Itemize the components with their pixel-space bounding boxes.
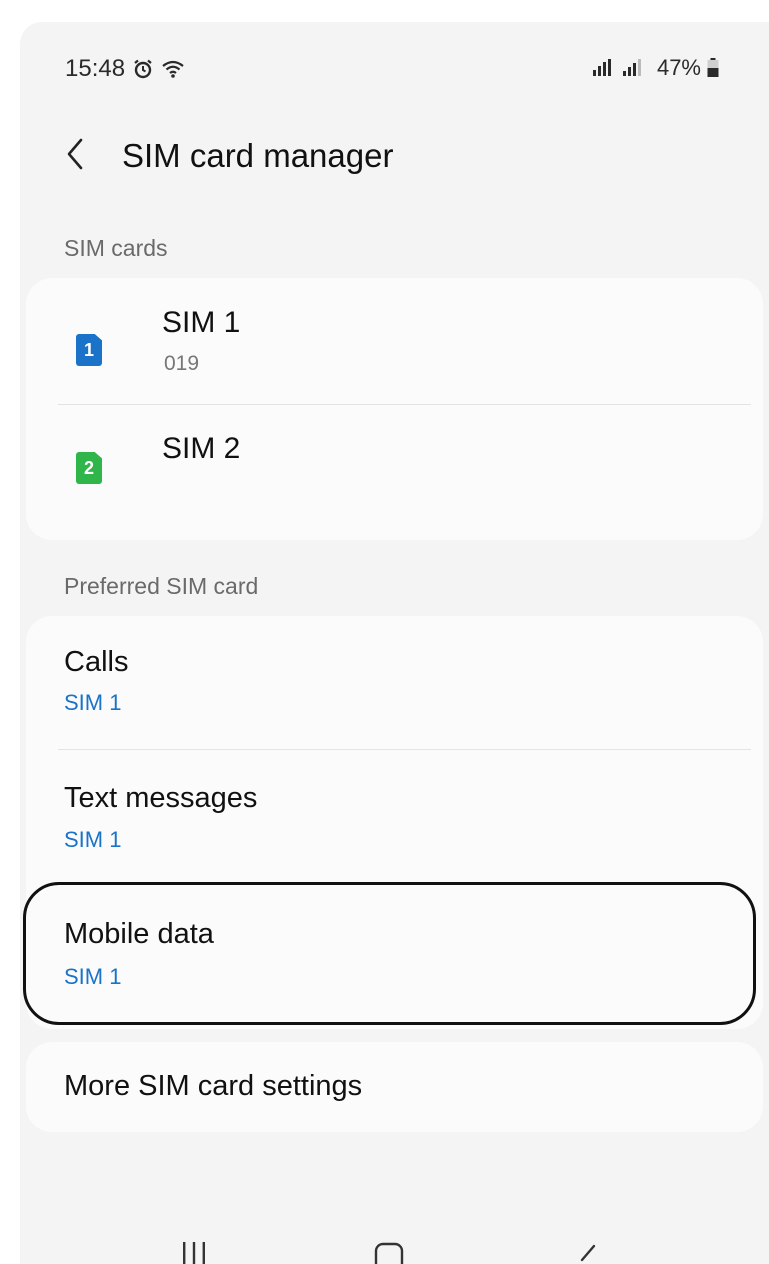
- navigation-bar: [20, 1224, 769, 1264]
- battery-text: 47%: [656, 55, 701, 80]
- sim-2-name: SIM 2: [162, 432, 241, 465]
- text-messages-title: Text messages: [64, 782, 258, 814]
- sim-1-number: 019: [164, 352, 200, 375]
- status-bar-left: 15:48: [65, 55, 185, 83]
- status-bar-right: 47%: [587, 55, 719, 81]
- recents-icon: [180, 1242, 208, 1264]
- section-label-sim-cards: SIM cards: [64, 235, 168, 261]
- app-header: SIM card manager: [64, 132, 393, 180]
- sim-2-badge-number: 2: [83, 457, 94, 478]
- signal-icon: [587, 58, 651, 78]
- section-label-preferred-sim: Preferred SIM card: [64, 573, 259, 599]
- mobile-data-value: SIM 1: [64, 964, 122, 989]
- sim-1-name: SIM 1: [162, 306, 241, 339]
- recents-button[interactable]: [180, 1238, 208, 1264]
- calls-setting[interactable]: Calls SIM 1: [26, 616, 763, 750]
- page-title: SIM card manager: [122, 137, 394, 174]
- sim-item-2[interactable]: 2 SIM 2: [26, 406, 763, 540]
- preferred-sim-card: Calls SIM 1 Text messages SIM 1 Mobile d…: [26, 616, 763, 1029]
- home-button[interactable]: [374, 1238, 404, 1264]
- text-messages-setting[interactable]: Text messages SIM 1: [26, 750, 763, 886]
- back-icon: [576, 1244, 600, 1264]
- battery-icon: [707, 58, 719, 78]
- back-button[interactable]: [64, 132, 104, 180]
- wifi-icon: [161, 59, 185, 79]
- sim-1-icon: 1: [76, 334, 102, 366]
- sim-2-icon: 2: [76, 452, 102, 484]
- system-back-button[interactable]: [576, 1238, 600, 1264]
- status-time: 15:48: [65, 55, 126, 82]
- calls-title: Calls: [64, 646, 129, 678]
- alarm-icon: [133, 59, 153, 79]
- mobile-data-title: Mobile data: [64, 918, 214, 950]
- sim-cards-card: 1 SIM 1 019 2 SIM 2: [26, 278, 763, 540]
- mobile-data-setting[interactable]: Mobile data SIM 1: [26, 886, 763, 1029]
- more-sim-settings[interactable]: More SIM card settings: [26, 1042, 763, 1132]
- back-chevron-icon: [64, 137, 86, 176]
- home-icon: [374, 1242, 404, 1264]
- sim-1-badge-number: 1: [83, 339, 94, 360]
- sim-item-1[interactable]: 1 SIM 1 019: [26, 278, 763, 406]
- more-sim-settings-label: More SIM card settings: [64, 1070, 363, 1102]
- phone-screen: 15:48 47% SIM card manager SIM cards 1 S…: [20, 22, 769, 1264]
- divider: [58, 404, 751, 405]
- text-messages-value: SIM 1: [64, 827, 122, 852]
- calls-value: SIM 1: [64, 690, 122, 715]
